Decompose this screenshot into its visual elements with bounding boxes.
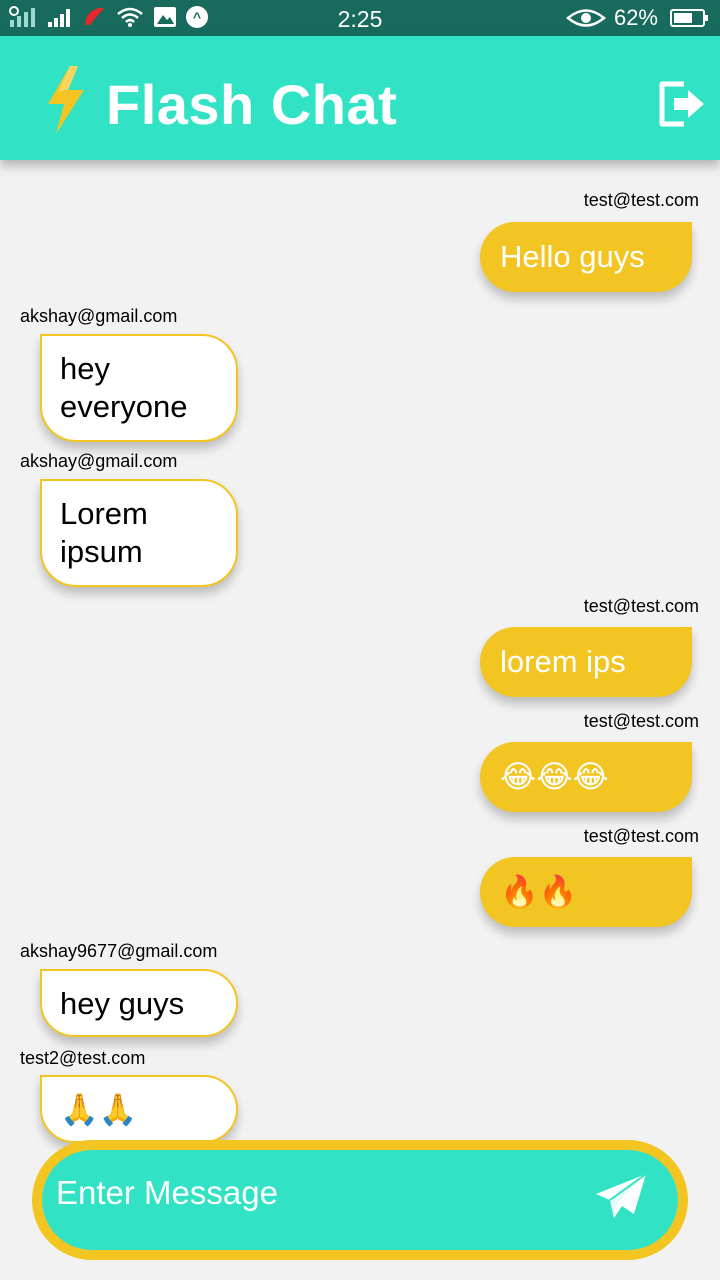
message-sender: akshay9677@gmail.com	[20, 941, 218, 961]
message-text: hey guys	[60, 986, 185, 1021]
message-bubble[interactable]: Lorem ipsum	[40, 479, 238, 587]
message-bubble[interactable]: hey everyone	[40, 334, 238, 442]
message-sender: test2@test.com	[20, 1048, 146, 1068]
message-text: lorem ips	[500, 644, 626, 679]
message-bubble[interactable]: 🔥🔥	[480, 857, 692, 927]
message-input[interactable]	[56, 1170, 576, 1216]
message-sender: akshay@gmail.com	[20, 451, 178, 471]
bolt-icon	[48, 66, 84, 134]
message-text: Lorem ipsum	[60, 496, 148, 569]
message-bubble[interactable]: Hello guys	[480, 222, 692, 292]
app-bar: Flash Chat	[0, 36, 720, 160]
send-icon[interactable]	[594, 1172, 648, 1222]
message-text: hey everyone	[60, 351, 188, 424]
status-icons-right: 62%	[565, 5, 710, 31]
message-sender: test@test.com	[583, 711, 699, 731]
message-bubble[interactable]: lorem ips	[480, 627, 692, 697]
message-sender: test@test.com	[583, 190, 699, 210]
message-sender: test@test.com	[583, 596, 699, 616]
message-bubble[interactable]: 😂😂😂	[480, 742, 692, 812]
message-bubble[interactable]: 🙏🙏	[40, 1075, 238, 1143]
logout-button[interactable]	[654, 78, 706, 130]
eye-icon	[565, 9, 606, 27]
battery-icon	[670, 9, 708, 27]
message-list[interactable]: test@test.com Hello guys akshay@gmail.co…	[0, 160, 720, 1150]
message-sender: test@test.com	[583, 826, 699, 846]
praying-hands-icon: 🙏🙏	[60, 1092, 138, 1127]
status-bar: ^ 2:25 62%	[0, 0, 720, 36]
message-sender: akshay@gmail.com	[20, 306, 178, 326]
battery-percent: 62%	[613, 5, 658, 30]
message-text: Hello guys	[500, 239, 645, 274]
message-bubble[interactable]: hey guys	[40, 969, 238, 1037]
laughing-crying-icon: 😂😂😂	[500, 759, 609, 794]
fire-icon: 🔥🔥	[500, 874, 578, 909]
app-title: Flash Chat	[106, 73, 398, 136]
